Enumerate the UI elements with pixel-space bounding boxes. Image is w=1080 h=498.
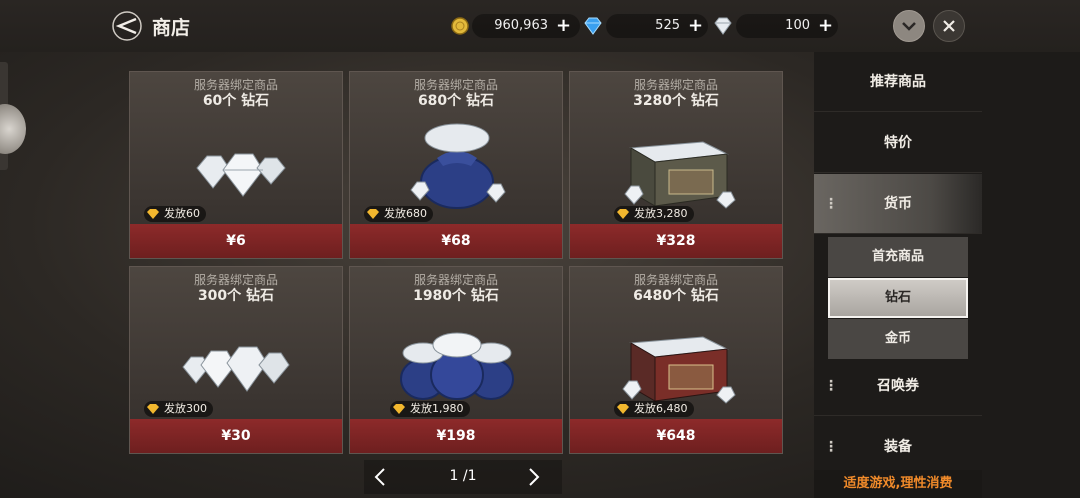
bonus-text: 发放60 [164,207,200,220]
price-button[interactable]: ¥6 [130,224,342,258]
gold-coin-icon [451,17,469,35]
white-diamond-currency: 100 + [712,14,838,38]
gold-gem-icon [147,404,159,414]
white-diamond-icon [714,17,732,35]
product-card[interactable]: 服务器绑定商品 1980个 钻石 发放1,980 ¥198 [349,266,563,454]
price-button[interactable]: ¥68 [350,224,562,258]
blue-diamond-currency: 525 + [582,14,708,38]
close-button[interactable] [933,10,965,42]
subcategory-first-recharge[interactable]: 首充商品 [828,237,968,277]
price-button[interactable]: ¥328 [570,224,782,258]
blue-diamond-add-button[interactable]: + [688,15,703,36]
gold-gem-icon [367,209,379,219]
category-equipment[interactable]: ⋮ 装备 [814,417,982,477]
product-card[interactable]: 服务器绑定商品 300个 钻石 发放300 ¥30 [129,266,343,454]
gold-gem-icon [617,404,629,414]
expand-dots-icon: ⋮ [824,196,838,212]
diamond-pile-small-icon [196,153,286,197]
gold-gem-icon [617,209,629,219]
back-button[interactable] [110,10,144,42]
subcategory-label: 首充商品 [871,249,924,264]
bonus-text: 发放6,480 [634,402,688,415]
product-card[interactable]: 服务器绑定商品 680个 钻石 发放680 ¥68 [349,71,563,259]
back-arrow-icon [112,11,142,41]
bonus-text: 发放680 [384,207,427,220]
category-currency[interactable]: ⋮ 货币 [814,174,982,234]
category-special-offer[interactable]: 特价 [814,113,982,173]
diamond-bag-icon [410,123,506,209]
bonus-text: 发放1,980 [410,402,464,415]
pagination: 1 /1 [364,460,562,494]
product-name: 3280个 钻石 [633,93,719,109]
top-bar: 商店 960,963 + 525 + 100 + [0,0,1080,52]
bonus-badge: 发放680 [364,206,433,222]
subcategory-label: 金币 [884,331,911,346]
white-diamond-amount: 100 [785,18,810,33]
chevron-down-icon [902,22,916,31]
bonus-badge: 发放6,480 [614,401,694,417]
product-name: 6480个 钻石 [633,288,719,304]
product-name: 60个 钻石 [202,93,270,109]
price-button[interactable]: ¥30 [130,419,342,453]
diamond-chest-red-icon [622,336,736,404]
bonus-badge: 发放1,980 [390,401,470,417]
bonus-badge: 发放3,280 [614,206,694,222]
category-sidebar: 推荐商品 特价 ⋮ 货币 首充商品 钻石 金币 ⋮ 召唤券 ⋮ 装备 适度游戏,… [814,52,1080,498]
product-card[interactable]: 服务器绑定商品 3280个 钻石 发放3,280 ¥328 [569,71,783,259]
category-label: 装备 [884,439,912,455]
gold-add-button[interactable]: + [556,15,571,36]
blue-diamond-icon [584,17,602,35]
category-label: 特价 [884,135,912,151]
healthy-gaming-notice: 适度游戏,理性消费 [814,470,982,498]
close-icon [943,20,955,32]
category-recommended[interactable]: 推荐商品 [814,52,982,112]
subcategory-diamonds[interactable]: 钻石 [828,278,968,318]
expand-dots-icon: ⋮ [824,439,838,455]
collapse-button[interactable] [893,10,925,42]
gold-currency: 960,963 + [450,14,580,38]
side-menu-orb[interactable] [0,104,26,154]
gold-amount: 960,963 [494,18,548,33]
expand-dots-icon: ⋮ [824,378,838,394]
price-button[interactable]: ¥198 [350,419,562,453]
bonus-text: 发放300 [164,402,207,415]
category-label: 推荐商品 [870,74,926,90]
category-label: 货币 [884,196,912,212]
product-name: 300个 钻石 [197,288,275,304]
diamond-chest-icon [624,141,736,209]
product-card[interactable]: 服务器绑定商品 6480个 钻石 发放6,480 ¥648 [569,266,783,454]
gold-gem-icon [393,404,405,414]
bonus-badge: 发放60 [144,206,206,222]
diamond-bags-icon [400,332,514,400]
price-button[interactable]: ¥648 [570,419,782,453]
gold-gem-icon [147,209,159,219]
chevron-right-icon[interactable] [524,466,544,488]
product-name: 680个 钻石 [417,93,495,109]
product-card[interactable]: 服务器绑定商品 60个 钻石 发放60 ¥6 [129,71,343,259]
category-label: 召唤券 [877,378,919,394]
bonus-badge: 发放300 [144,401,213,417]
blue-diamond-amount: 525 [655,18,680,33]
diamond-pile-large-icon [182,346,290,392]
subcategory-label: 钻石 [884,290,911,305]
white-diamond-add-button[interactable]: + [818,15,833,36]
bonus-text: 发放3,280 [634,207,688,220]
subcategory-gold[interactable]: 金币 [828,319,968,359]
page-title: 商店 [152,17,191,39]
product-name: 1980个 钻石 [413,288,499,304]
category-summon-ticket[interactable]: ⋮ 召唤券 [814,356,982,416]
